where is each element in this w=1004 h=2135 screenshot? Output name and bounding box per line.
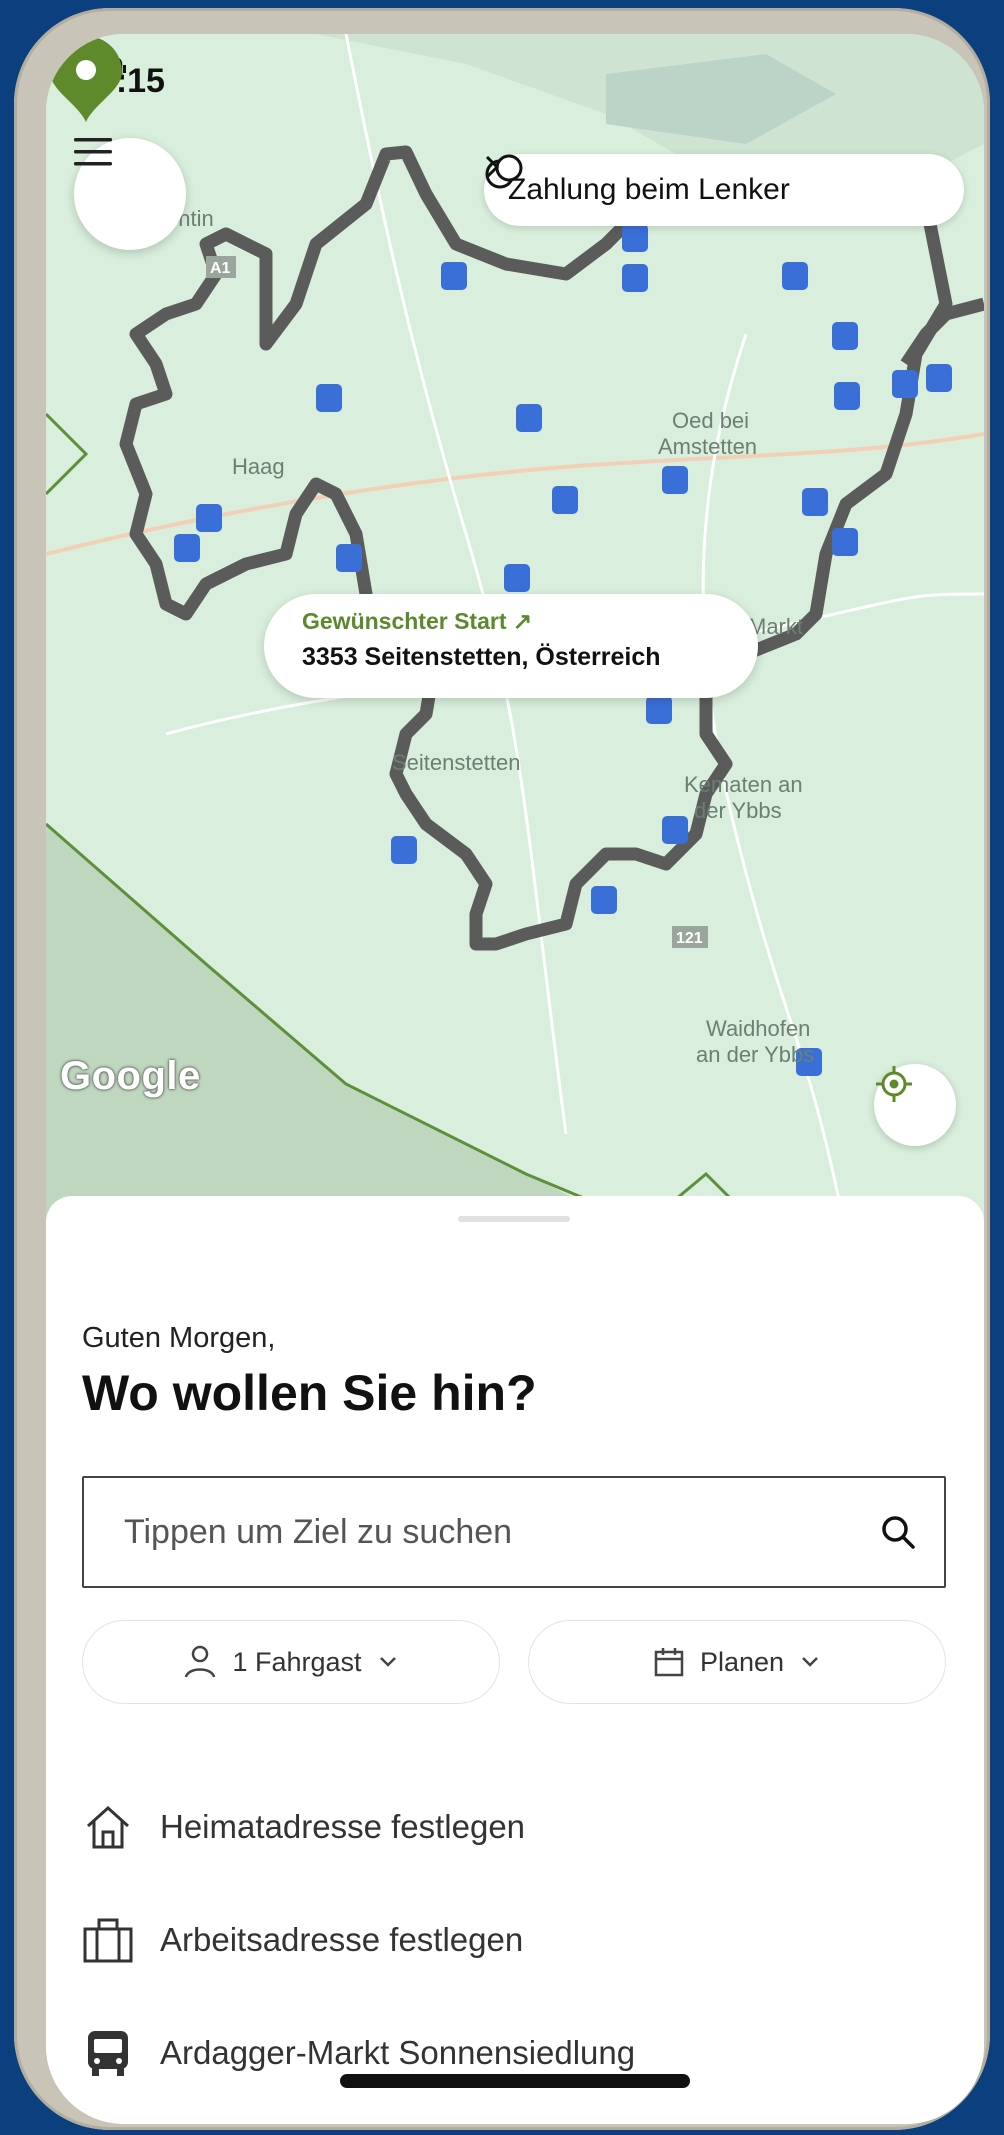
passenger-count-label: 1 Fahrgast bbox=[232, 1646, 362, 1677]
list-item-label: Arbeitsadresse festlegen bbox=[160, 1921, 524, 1958]
start-pin-icon[interactable] bbox=[46, 34, 126, 124]
desired-start-address: 3353 Seitenstetten, Österreich bbox=[302, 643, 661, 671]
search-icon[interactable] bbox=[880, 1514, 916, 1550]
menu-button[interactable] bbox=[74, 138, 186, 250]
page-title: Wo wollen Sie hin? bbox=[82, 1365, 537, 1421]
map-label-seitenstetten: Seitenstetten bbox=[392, 750, 520, 775]
passenger-icon bbox=[185, 1645, 216, 1678]
map-view[interactable]: entin Haag Oed bei Amstetten Markt Seite… bbox=[46, 34, 984, 1234]
map-shield-121: 121 bbox=[676, 930, 703, 947]
schedule-label: Planen bbox=[699, 1646, 785, 1677]
chevron-down-icon bbox=[379, 1657, 396, 1667]
crosshair-icon bbox=[876, 1066, 912, 1102]
destination-search-input[interactable] bbox=[122, 1511, 826, 1553]
bus-icon bbox=[88, 2031, 128, 2076]
status-bar: 08:15 bbox=[78, 56, 952, 106]
map-shield-a1: A1 bbox=[210, 260, 231, 277]
map-label-ybbs: der Ybbs bbox=[694, 798, 782, 823]
greeting-text: Guten Morgen, bbox=[82, 1322, 276, 1354]
schedule-dropdown[interactable]: Planen bbox=[528, 1620, 946, 1704]
map-label-kematen: Kematen an bbox=[684, 772, 803, 797]
passenger-count-dropdown[interactable]: 1 Fahrgast bbox=[82, 1620, 500, 1704]
chevron-down-icon bbox=[802, 1657, 818, 1667]
phone-screen: entin Haag Oed bei Amstetten Markt Seite… bbox=[46, 34, 984, 2124]
desired-start-bubble[interactable]: Gewünschter Start ↗ 3353 Seitenstetten, … bbox=[264, 594, 758, 698]
home-indicator[interactable] bbox=[340, 2074, 690, 2088]
list-item-home-address[interactable]: Heimatadresse festlegen bbox=[82, 1792, 942, 1862]
map-label-waidhofen: Waidhofen bbox=[706, 1016, 810, 1041]
locate-me-button[interactable] bbox=[874, 1064, 956, 1146]
map-label-amstetten: Amstetten bbox=[658, 434, 757, 459]
calendar-icon bbox=[654, 1648, 684, 1677]
list-item-label: Heimatadresse festlegen bbox=[160, 1808, 526, 1845]
map-label-haag: Haag bbox=[232, 454, 285, 479]
destination-search[interactable] bbox=[82, 1476, 946, 1588]
hamburger-icon bbox=[74, 138, 112, 166]
payment-method-pill[interactable]: Zahlung beim Lenker bbox=[484, 154, 964, 226]
home-icon bbox=[86, 1805, 130, 1849]
sheet-drag-handle[interactable] bbox=[458, 1216, 570, 1222]
chevron-right-icon bbox=[485, 155, 500, 179]
payment-method-label: Zahlung beim Lenker bbox=[508, 173, 790, 206]
desired-start-label: Gewünschter Start ↗ bbox=[302, 608, 533, 634]
map-label-an-der-ybbs: an der Ybbs bbox=[696, 1042, 814, 1067]
google-attribution: Google bbox=[60, 1054, 201, 1098]
list-item-label: Ardagger-Markt Sonnensiedlung bbox=[160, 2034, 636, 2071]
list-item-work-address[interactable]: Arbeitsadresse festlegen bbox=[82, 1905, 942, 1975]
bottom-sheet: Guten Morgen, Wo wollen Sie hin? 1 Fahrg… bbox=[46, 1196, 984, 2124]
map-label-oed: Oed bei bbox=[672, 408, 749, 433]
briefcase-icon bbox=[83, 1918, 133, 1963]
